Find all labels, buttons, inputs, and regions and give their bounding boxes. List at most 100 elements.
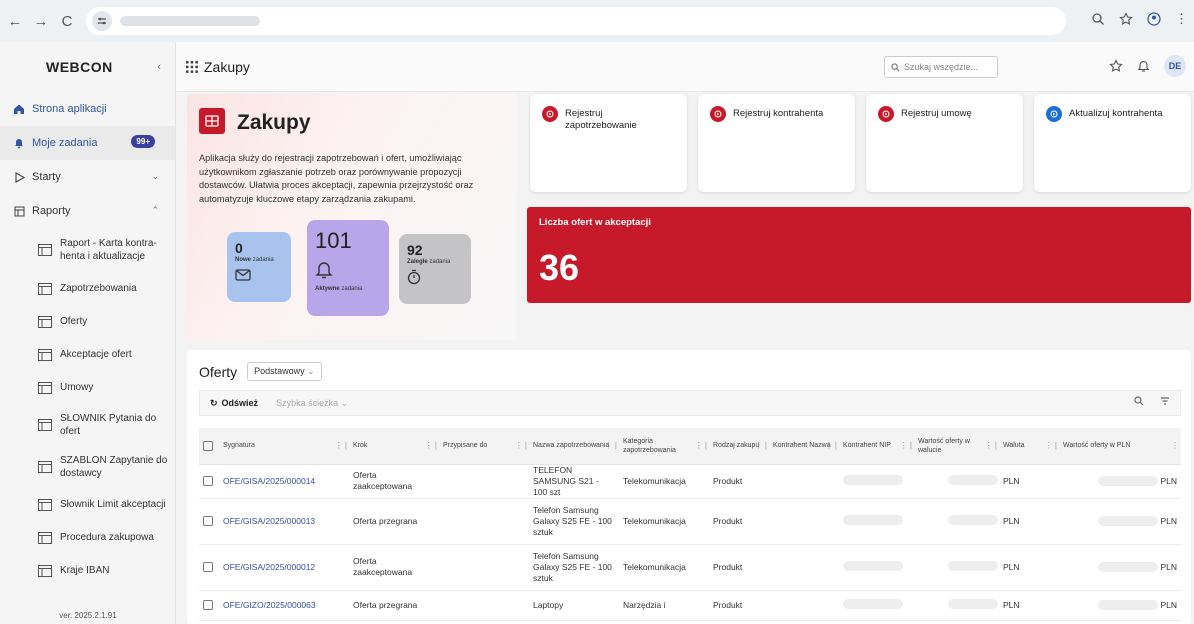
report-item[interactable]: Procedura zakupowa: [0, 521, 175, 554]
column-header[interactable]: Kategoria zapotrzebowania ⋮ |: [619, 428, 709, 465]
home-icon: [12, 102, 26, 116]
report-icon: [38, 244, 52, 256]
start-icon: [1046, 106, 1062, 122]
address-bar[interactable]: [86, 7, 1066, 35]
notifications-bell-icon[interactable]: [1137, 59, 1150, 73]
new-tasks-tile[interactable]: 0 Nowe zadania: [227, 232, 291, 302]
report-item[interactable]: Akceptacje ofert: [0, 338, 175, 371]
reload-icon[interactable]: C: [56, 10, 78, 32]
column-header[interactable]: Wartość oferty w PLN ⋮: [1059, 428, 1181, 465]
row-checkbox[interactable]: [203, 516, 213, 526]
version-label: ver. 2025.2.1.91: [59, 611, 117, 620]
redacted-value: [948, 474, 998, 485]
select-all-checkbox[interactable]: [203, 440, 213, 451]
sidebar-item-home[interactable]: Strona aplikacji: [0, 92, 175, 126]
profile-icon[interactable]: [1147, 12, 1161, 26]
sidebar-item-raporty[interactable]: Raporty ⌃: [0, 194, 175, 228]
site-settings-icon[interactable]: [92, 11, 112, 31]
reports-icon: [12, 204, 26, 218]
sidebar-item-starty[interactable]: Starty ⌄: [0, 160, 175, 194]
filter-icon[interactable]: [1160, 396, 1170, 406]
url-text: [120, 16, 260, 26]
report-icon: [38, 498, 52, 511]
offers-in-approval-kpi[interactable]: Liczba ofert w akceptacji 36: [527, 207, 1191, 303]
start-icon: [542, 106, 558, 122]
report-item[interactable]: SŁOWNIK Pytania do ofert: [0, 404, 175, 446]
signature-link[interactable]: OFE/GISA/2025/000013: [219, 498, 349, 545]
overdue-tasks-count: 92: [407, 242, 423, 258]
column-header[interactable]: Kontrahent Nazwa ⋮ |: [769, 428, 839, 465]
row-checkbox[interactable]: [203, 600, 213, 610]
user-avatar[interactable]: DE: [1164, 55, 1186, 77]
kpi-value: 36: [539, 247, 580, 288]
webcon-logo: WEBCON: [46, 59, 113, 75]
bookmark-star-icon[interactable]: [1119, 12, 1133, 26]
active-tasks-tile[interactable]: 101 Aktywne zadania: [307, 220, 389, 316]
column-header[interactable]: Kontrahent NIP ⋮ |: [839, 428, 914, 465]
report-item[interactable]: Kraje IBAN: [0, 554, 175, 587]
signature-link[interactable]: OFE/GISA/2025/000012: [219, 544, 349, 591]
table-row[interactable]: OFE/GISA/2025/000013 Oferta przegrana Te…: [199, 498, 1181, 545]
kpi-title: Liczba ofert w akceptacji: [539, 217, 651, 228]
play-outline-icon: [12, 170, 26, 184]
app-logo-icon: [199, 108, 225, 134]
redacted-value: [843, 598, 903, 609]
chevron-down-icon: ⌄: [307, 366, 315, 376]
column-header[interactable]: Przypisane do ⋮ |: [439, 428, 529, 465]
new-tasks-count: 0: [235, 240, 243, 256]
report-item[interactable]: Raport - Karta kontra-henta i aktualizac…: [0, 228, 175, 272]
back-icon[interactable]: ←: [4, 10, 26, 32]
sidebar: WEBCON ‹ Strona aplikacji Moje zadania 9…: [0, 42, 176, 624]
update-contractor-button[interactable]: Aktualizuj kontrahenta: [1034, 94, 1191, 192]
column-header[interactable]: Krok ⋮ |: [349, 428, 439, 465]
table-row[interactable]: OFE/GISA/2025/000012 Oferta zaakceptowan…: [199, 544, 1181, 591]
report-item[interactable]: Zapotrzebowania: [0, 272, 175, 305]
app-description: Aplikacja służy do rejestracji zapotrzeb…: [199, 153, 474, 204]
signature-link[interactable]: OFE/GISA/2025/000014: [219, 464, 349, 499]
report-item[interactable]: Umowy: [0, 371, 175, 404]
report-item[interactable]: Oferty: [0, 305, 175, 338]
register-requisition-button[interactable]: Rejestruj zapotrzebowanie: [530, 94, 687, 192]
bell-icon: [12, 136, 26, 150]
apps-grid-icon[interactable]: [186, 60, 198, 73]
row-checkbox[interactable]: [203, 562, 213, 572]
column-header[interactable]: Sygnatura ⋮ |: [219, 428, 349, 465]
redacted-value: [843, 474, 903, 485]
table-row[interactable]: OFE/GISA/2025/000014 Oferta zaakceptowan…: [199, 464, 1181, 499]
app-header: Zakupy Szukaj wszędzie... DE: [176, 42, 1194, 92]
page-title: Zakupy: [204, 58, 250, 75]
collapse-sidebar-icon[interactable]: ‹: [157, 61, 161, 73]
register-contract-button[interactable]: Rejestruj umowę: [866, 94, 1023, 192]
quick-path-select[interactable]: Szybka ścieżka ⌄: [276, 398, 348, 409]
view-select[interactable]: Podstawowy ⌄: [247, 362, 322, 381]
table-row[interactable]: OFE/GIZO/2025/000063 Oferta przegrana La…: [199, 590, 1181, 621]
column-header[interactable]: Waluta ⋮ |: [999, 428, 1059, 465]
report-icon: [38, 381, 52, 394]
browser-menu-icon[interactable]: ⋮: [1175, 11, 1188, 27]
redacted-value: [1098, 562, 1159, 573]
row-checkbox[interactable]: [203, 476, 213, 486]
report-item[interactable]: Słownik Limit akceptacji: [0, 488, 175, 521]
bell-icon: [315, 262, 333, 279]
sidebar-item-my-tasks[interactable]: Moje zadania 99+: [0, 126, 175, 160]
search-icon[interactable]: [1134, 396, 1144, 406]
report-item[interactable]: SZABLON Zapytanie do dostawcy: [0, 446, 175, 488]
overdue-tasks-tile[interactable]: 92 Zaległe zadania: [399, 234, 471, 304]
report-icon: [38, 461, 52, 473]
global-search-input[interactable]: Szukaj wszędzie...: [884, 56, 998, 78]
column-header[interactable]: Rodzaj zakupu ⋮ |: [709, 428, 769, 465]
column-header[interactable]: Wartość oferty w walucie ⋮ |: [914, 428, 999, 465]
favorite-star-icon[interactable]: [1109, 59, 1123, 73]
zoom-icon[interactable]: [1091, 12, 1105, 26]
report-icon: [38, 419, 52, 431]
column-header[interactable]: Nazwa zapotrzebowania ⋮ |: [529, 428, 619, 465]
refresh-button[interactable]: ↻ Odśwież: [210, 398, 258, 409]
redacted-value: [1098, 600, 1159, 611]
table-header-row: Sygnatura ⋮ | Krok ⋮ | Przypisane do ⋮ | Na…: [199, 428, 1181, 465]
signature-link[interactable]: OFE/GIZO/2025/000063: [219, 590, 349, 621]
forward-icon[interactable]: →: [30, 10, 52, 32]
register-contractor-button[interactable]: Rejestruj kontrahenta: [698, 94, 855, 192]
app-title: Zakupy: [237, 111, 311, 134]
start-icon: [878, 106, 894, 122]
app-hero: Zakupy Aplikacja służy do rejestracji za…: [187, 94, 517, 340]
